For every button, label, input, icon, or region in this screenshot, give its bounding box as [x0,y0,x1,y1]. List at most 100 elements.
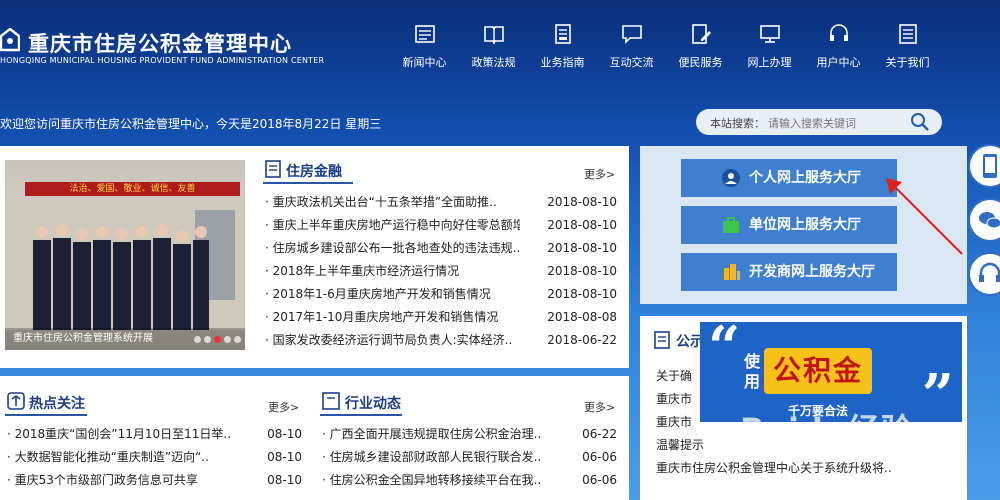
news-title[interactable]: · 重庆53个市级部门政务信息可共享 [7,469,252,492]
service-label: 个人网上服务大厅 [749,170,861,186]
news-title[interactable]: · 重庆上半年重庆房地产运行稳中向好住零总额增长.. [265,214,520,237]
notice-item[interactable]: 重庆市住房公积金管理中心关于系统升级将.. [656,457,892,480]
nav-label: 业务指南 [540,56,585,69]
annotation-arrow [886,178,963,255]
industry-title: 行业动态 [345,396,401,412]
site-subtitle: HONGQING MUNICIPAL HOUSING PROVIDENT FUN… [0,56,325,65]
promo-headline: 公积金 [764,348,872,394]
list-item[interactable]: · 广西全面开展违规提取住房公积金治理.. 06-22 [322,423,617,446]
news-title[interactable]: · 国家发改委经济运行调节局负责人:实体经济.. [265,329,520,352]
notice-section-icon [654,331,670,349]
carousel-dot[interactable] [204,336,211,343]
phone-app-icon [983,154,997,178]
finance-underline [263,182,353,184]
app-button[interactable] [968,144,1000,188]
list-item[interactable]: · 2018年上半年重庆市经济运行情况 2018-08-10 [265,260,617,283]
list-item[interactable]: · 重庆53个市级部门政务信息可共享 08-10 [7,469,302,492]
header: 重庆市住房公积金管理中心 HONGQING MUNICIPAL HOUSING … [0,0,1000,100]
news-title[interactable]: · 重庆政法机关出台“十五条举措”全面助推.. [265,191,520,214]
news-title[interactable]: · 住房城乡建设部财政部人民银行联合发.. [322,446,567,469]
news-date: 2018-08-10 [547,241,617,255]
list-item[interactable]: · 2018年1-6月重庆房地产开发和销售情况 2018-08-10 [265,283,617,306]
news-title[interactable]: · 2018年1-6月重庆房地产开发和销售情况 [265,283,520,306]
hot-news-list: · 2018重庆“国创会”11月10日至11日举.. 08-10 · 大数据智能化… [7,423,302,492]
nav-label: 互动交流 [609,56,654,69]
news-date: 06-06 [582,473,617,487]
list-item[interactable]: · 2017年1-10月重庆房地产开发和销售情况 2018-08-08 [265,306,617,329]
finance-more-link[interactable]: 更多> [584,166,615,182]
nav-about[interactable]: 关于我们 [873,22,942,70]
search-icon[interactable] [910,112,930,132]
list-item[interactable]: · 重庆政法机关出台“十五条举措”全面助推.. 2018-08-10 [265,191,617,214]
wechat-button[interactable] [968,198,1000,242]
news-title[interactable]: · 2017年1-10月重庆房地产开发和销售情况 [265,306,520,329]
news-date: 2018-06-22 [547,333,617,347]
news-title[interactable]: · 2018重庆“国创会”11月10日至11日举.. [7,423,252,446]
carousel-dot-active[interactable] [214,336,221,343]
user-icon [722,169,740,187]
news-title[interactable]: · 2018年上半年重庆市经济运行情况 [265,260,520,283]
nav-online[interactable]: 网上办理 [735,22,804,70]
nav-policy[interactable]: 政策法规 [459,22,528,70]
nav-news[interactable]: 新闻中心 [390,22,459,70]
carousel-dot[interactable] [224,336,231,343]
company-service-button[interactable]: 单位网上服务大厅 [681,206,897,244]
list-item[interactable]: · 重庆上半年重庆房地产运行稳中向好住零总额增长.. 2018-08-10 [265,214,617,237]
hot-more-link[interactable]: 更多> [268,399,299,415]
notice-item[interactable]: 温馨提示 [656,434,704,457]
monitor-icon [759,25,780,43]
hot-section-icon [7,392,25,410]
news-title[interactable]: · 大数据智能化推动“重庆制造”迈向“.. [7,446,252,469]
nav-label: 政策法规 [471,56,516,69]
nav-interact[interactable]: 互动交流 [597,22,666,70]
staff-photo [5,200,245,330]
finance-news-list: · 重庆政法机关出台“十五条举措”全面助推.. 2018-08-10 · 重庆上半… [265,191,617,352]
service-label: 单位网上服务大厅 [749,217,861,233]
main-nav: 新闻中心 政策法规 业务指南 互动交流 便民服务 网上办理 用户中心 关于我们 [390,22,942,70]
industry-more-link[interactable]: 更多> [584,399,615,415]
chat-bubble-icon [621,25,642,44]
industry-news-list: · 广西全面开展违规提取住房公积金治理.. 06-22 · 住房城乡建设部财政部人… [322,423,617,492]
search-label: 本站搜索： [710,117,765,130]
news-date: 06-06 [582,450,617,464]
news-date: 2018-08-08 [547,310,617,324]
site-title: 重庆市住房公积金管理中心 [28,32,292,56]
list-item[interactable]: · 住房城乡建设部公布一批各地查处的违法违规.. 2018-08-10 [265,237,617,260]
headset-icon [829,24,848,41]
news-date: 08-10 [267,450,302,464]
nav-user[interactable]: 用户中心 [804,22,873,70]
developer-service-button[interactable]: 开发商网上服务大厅 [681,253,897,291]
personal-service-button[interactable]: 个人网上服务大厅 [681,159,897,197]
finance-section-icon [265,160,281,178]
notice-item[interactable]: 关于确 [656,365,692,388]
list-item[interactable]: · 国家发改委经济运行调节局负责人:实体经济.. 2018-06-22 [265,329,617,352]
finance-title: 住房金融 [286,164,342,180]
customer-service-button[interactable] [968,252,1000,296]
list-icon [898,24,917,44]
notice-item[interactable]: 重庆市 [656,411,692,434]
nav-guide[interactable]: 业务指南 [528,22,597,70]
list-item[interactable]: · 2018重庆“国创会”11月10日至11日举.. 08-10 [7,423,302,446]
carousel-dot[interactable] [194,336,201,343]
list-item[interactable]: 重庆市住房公积金管理中心关于系统升级将.. [656,457,946,480]
news-date: 2018-08-10 [547,195,617,209]
nav-label: 关于我们 [885,56,930,69]
news-title[interactable]: · 住房公积金全国异地转移接续平台在我.. [322,469,567,492]
list-item[interactable]: · 住房公积金全国异地转移接续平台在我.. 06-06 [322,469,617,492]
news-date: 2018-08-10 [547,218,617,232]
news-title[interactable]: · 广西全面开展违规提取住房公积金治理.. [322,423,567,446]
nav-convenience[interactable]: 便民服务 [666,22,735,70]
news-date: 2018-08-10 [547,264,617,278]
carousel-dot[interactable] [234,336,241,343]
photo-carousel[interactable]: 法治、爱国、敬业、诚信、友善 重庆市住房公积金管理系统开展 [5,160,245,350]
news-title[interactable]: · 住房城乡建设部公布一批各地查处的违法违规.. [265,237,520,260]
promo-use-text: 使用 [744,352,761,391]
nav-label: 用户中心 [816,56,861,69]
industry-underline [320,414,402,416]
list-item[interactable]: · 住房城乡建设部财政部人民银行联合发.. 06-06 [322,446,617,469]
notice-item[interactable]: 重庆市 [656,388,692,411]
search-input[interactable] [766,113,910,133]
list-item[interactable]: · 大数据智能化推动“重庆制造”迈向“.. 08-10 [7,446,302,469]
news-date: 06-22 [582,427,617,441]
nav-label: 网上办理 [747,56,792,69]
